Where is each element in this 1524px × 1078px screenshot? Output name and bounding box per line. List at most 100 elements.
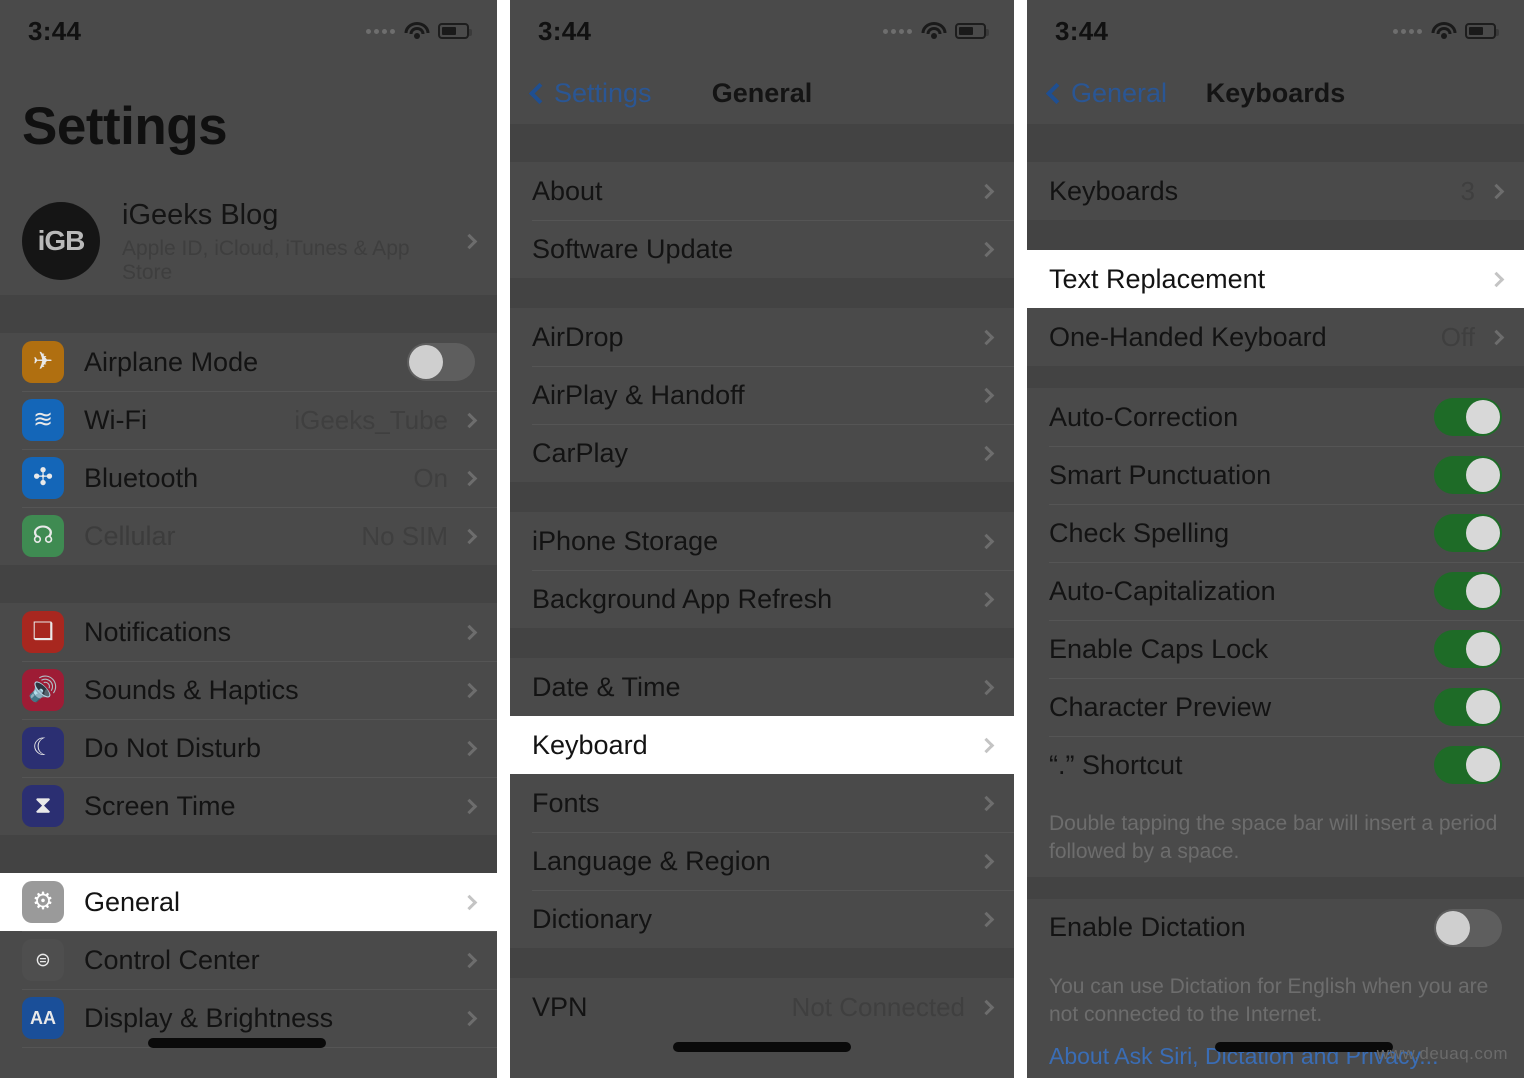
- panel-divider: [1014, 0, 1027, 1078]
- row-control-center[interactable]: ⊜ Control Center: [0, 931, 497, 989]
- row-notifications[interactable]: ❑ Notifications: [0, 603, 497, 661]
- cellular-icon: ☊: [22, 515, 64, 557]
- group-spacer: [1027, 220, 1524, 250]
- signal-dots-icon: [366, 28, 395, 34]
- back-button-general[interactable]: General: [1045, 78, 1167, 109]
- row-do-not-disturb[interactable]: ☾ Do Not Disturb: [0, 719, 497, 777]
- home-indicator: [1214, 1042, 1393, 1052]
- auto-correction-toggle[interactable]: [1434, 398, 1502, 436]
- chevron-right-icon: [461, 624, 478, 640]
- row-software-update[interactable]: Software Update: [510, 220, 1014, 278]
- row-carplay[interactable]: CarPlay: [510, 424, 1014, 482]
- row-auto-correction[interactable]: Auto-Correction: [1027, 388, 1524, 446]
- chevron-right-icon: [461, 412, 478, 428]
- battery-icon: [955, 23, 989, 39]
- row-text-replacement[interactable]: Text Replacement: [1027, 250, 1524, 308]
- row-airplay-handoff[interactable]: AirPlay & Handoff: [510, 366, 1014, 424]
- row-value: On: [413, 462, 448, 493]
- general-group-f: VPN Not Connected: [510, 978, 1014, 1036]
- row-sounds-haptics[interactable]: 🔊 Sounds & Haptics: [0, 661, 497, 719]
- group-spacer: [0, 295, 497, 333]
- row-airplane-mode[interactable]: ✈ Airplane Mode: [0, 333, 497, 391]
- moon-icon: ☾: [22, 727, 64, 769]
- row-keyboards[interactable]: Keyboards 3: [1027, 162, 1524, 220]
- chevron-right-icon: [461, 952, 478, 968]
- status-indicators: [1393, 21, 1499, 41]
- row-period-shortcut[interactable]: “.” Shortcut: [1027, 736, 1524, 794]
- group-spacer: [510, 482, 1014, 512]
- row-dictionary[interactable]: Dictionary: [510, 890, 1014, 948]
- row-date-time[interactable]: Date & Time: [510, 658, 1014, 716]
- row-label: Keyboards: [1049, 175, 1179, 206]
- back-button-label: Settings: [554, 77, 652, 108]
- bluetooth-icon: ✣: [22, 457, 64, 499]
- row-check-spelling[interactable]: Check Spelling: [1027, 504, 1524, 562]
- chevron-right-icon: [978, 679, 995, 695]
- airplane-mode-toggle[interactable]: [407, 343, 475, 381]
- system-group: ⚙ General ⊜ Control Center AA Display & …: [0, 873, 497, 1057]
- status-bar-panel1: 3:44: [0, 0, 497, 62]
- row-label: Auto-Correction: [1049, 401, 1239, 432]
- row-cellular[interactable]: ☊ Cellular No SIM: [0, 507, 497, 565]
- row-fonts[interactable]: Fonts: [510, 774, 1014, 832]
- row-partial-next[interactable]: [0, 1047, 497, 1057]
- row-label: VPN: [532, 991, 588, 1022]
- back-button-settings[interactable]: Settings: [528, 77, 652, 109]
- row-language-region[interactable]: Language & Region: [510, 832, 1014, 890]
- row-wifi[interactable]: ≋ Wi-Fi iGeeks_Tube: [0, 391, 497, 449]
- row-value: Off: [1440, 321, 1475, 352]
- row-about[interactable]: About: [510, 162, 1014, 220]
- chevron-right-icon: [978, 533, 995, 549]
- account-group: iGB iGeeks Blog Apple ID, iCloud, iTunes…: [0, 187, 497, 295]
- row-general[interactable]: ⚙ General: [0, 873, 497, 931]
- three-panel-screenshot-board: 3:44 Settings iGB iGeeks Blog Apple ID, …: [0, 0, 1524, 1078]
- smart-punctuation-toggle[interactable]: [1434, 456, 1502, 494]
- row-label: Bluetooth: [84, 462, 199, 493]
- row-enable-dictation[interactable]: Enable Dictation: [1027, 898, 1524, 957]
- row-enable-caps-lock[interactable]: Enable Caps Lock: [1027, 620, 1524, 678]
- airplane-icon: ✈: [22, 341, 64, 383]
- row-iphone-storage[interactable]: iPhone Storage: [510, 512, 1014, 570]
- auto-capitalization-toggle[interactable]: [1434, 572, 1502, 610]
- row-label: Fonts: [532, 787, 600, 818]
- row-smart-punctuation[interactable]: Smart Punctuation: [1027, 446, 1524, 504]
- status-time: 3:44: [538, 15, 592, 46]
- row-label: Do Not Disturb: [84, 732, 262, 763]
- row-airdrop[interactable]: AirDrop: [510, 308, 1014, 366]
- chevron-right-icon: [978, 329, 995, 345]
- enable-caps-lock-toggle[interactable]: [1434, 630, 1502, 668]
- footnote-shortcut: Double tapping the space bar will insert…: [1027, 794, 1524, 877]
- row-bluetooth[interactable]: ✣ Bluetooth On: [0, 449, 497, 507]
- notifications-icon: ❑: [22, 611, 64, 653]
- check-spelling-toggle[interactable]: [1434, 514, 1502, 552]
- wifi-icon: [1431, 21, 1456, 41]
- status-bar-panel2: 3:44: [510, 0, 1014, 62]
- row-label: Dictionary: [532, 903, 653, 934]
- chevron-right-icon: [461, 470, 478, 486]
- row-label: Language & Region: [532, 845, 771, 876]
- row-character-preview[interactable]: Character Preview: [1027, 678, 1524, 736]
- general-group-keyboard: Keyboard: [510, 716, 1014, 774]
- row-auto-capitalization[interactable]: Auto-Capitalization: [1027, 562, 1524, 620]
- enable-dictation-toggle[interactable]: [1434, 908, 1502, 947]
- row-keyboard[interactable]: Keyboard: [510, 716, 1014, 774]
- row-label: AirDrop: [532, 321, 624, 352]
- row-background-app-refresh[interactable]: Background App Refresh: [510, 570, 1014, 628]
- row-vpn[interactable]: VPN Not Connected: [510, 978, 1014, 1036]
- row-one-handed-keyboard[interactable]: One-Handed Keyboard Off: [1027, 308, 1524, 366]
- panel-general: 3:44 Settings General About Software Upd…: [510, 0, 1014, 1078]
- wifi-icon: [921, 21, 946, 41]
- row-label: Auto-Capitalization: [1049, 575, 1276, 606]
- account-text: iGeeks Blog Apple ID, iCloud, iTunes & A…: [122, 197, 462, 285]
- apple-id-row[interactable]: iGB iGeeks Blog Apple ID, iCloud, iTunes…: [0, 187, 497, 295]
- group-spacer: [510, 124, 1014, 162]
- signal-dots-icon: [1393, 28, 1422, 34]
- row-screen-time[interactable]: ⧗ Screen Time: [0, 777, 497, 835]
- character-preview-toggle[interactable]: [1434, 688, 1502, 726]
- nav-bar-keyboards: General Keyboards: [1027, 62, 1524, 124]
- chevron-right-icon: [978, 795, 995, 811]
- period-shortcut-toggle[interactable]: [1434, 746, 1502, 784]
- row-label: Screen Time: [84, 790, 236, 821]
- row-label: Smart Punctuation: [1049, 459, 1272, 490]
- dictation-group: Enable Dictation: [1027, 898, 1524, 957]
